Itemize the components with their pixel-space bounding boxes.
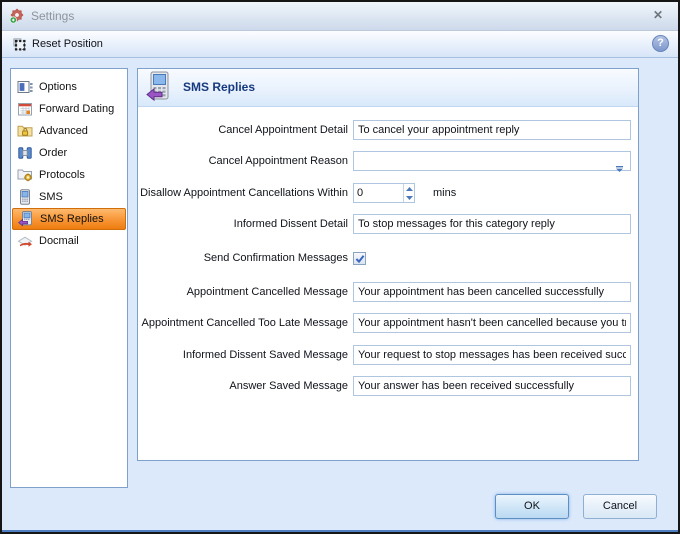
ok-button[interactable]: OK [495, 494, 569, 519]
reset-position-button[interactable]: Reset Position [7, 34, 110, 54]
informed-dissent-saved-input[interactable] [353, 345, 631, 365]
sidebar-item-label: SMS Replies [40, 213, 104, 225]
appointment-cancelled-label: Appointment Cancelled Message [138, 286, 348, 298]
appointment-cancelled-too-late-input[interactable] [353, 313, 631, 333]
sidebar-item-label: Docmail [39, 235, 79, 247]
form-row-cancel-appointment-detail: Cancel Appointment Detail [138, 120, 631, 140]
phone-icon [17, 189, 33, 205]
toolbar: Reset Position ? [2, 31, 678, 58]
reset-position-label: Reset Position [32, 38, 103, 50]
sidebar-item-label: SMS [39, 191, 63, 203]
cancel-appointment-reason-select[interactable] [353, 151, 631, 171]
appointment-cancelled-too-late-label: Appointment Cancelled Too Late Message [138, 317, 348, 329]
form-row-cancel-appointment-reason: Cancel Appointment Reason [138, 151, 631, 171]
folder-gear-icon [17, 167, 33, 183]
sms-replies-panel: SMS Replies Cancel Appointment Detail Ca… [137, 68, 639, 461]
phone-reply-icon [18, 211, 34, 227]
spinner-up-button[interactable] [404, 184, 414, 193]
sms-replies-icon [146, 71, 176, 105]
informed-dissent-detail-input[interactable] [353, 214, 631, 234]
sidebar-item-label: Forward Dating [39, 103, 114, 115]
sidebar-item-protocols[interactable]: Protocols [12, 164, 126, 186]
send-confirmation-label: Send Confirmation Messages [138, 252, 348, 264]
help-button[interactable]: ? [652, 35, 669, 52]
folder-lock-icon [17, 123, 33, 139]
form-row-appointment-cancelled-too-late: Appointment Cancelled Too Late Message [138, 313, 631, 333]
informed-dissent-saved-label: Informed Dissent Saved Message [138, 349, 348, 361]
appointment-cancelled-input[interactable] [353, 282, 631, 302]
reset-position-icon [11, 36, 27, 52]
sidebar-item-label: Options [39, 81, 77, 93]
form-row-appointment-cancelled: Appointment Cancelled Message [138, 282, 631, 302]
form-row-informed-dissent-detail: Informed Dissent Detail [138, 214, 631, 234]
spinner-buttons [403, 184, 414, 202]
cancel-appointment-detail-input[interactable] [353, 120, 631, 140]
options-icon [17, 79, 33, 95]
disallow-within-input[interactable] [354, 184, 403, 202]
settings-gear-icon [9, 8, 25, 24]
form-row-disallow-within: Disallow Appointment Cancellations Withi… [138, 183, 456, 203]
form-row-answer-saved: Answer Saved Message [138, 376, 631, 396]
cancel-button[interactable]: Cancel [583, 494, 657, 519]
informed-dissent-detail-label: Informed Dissent Detail [138, 218, 348, 230]
send-confirmation-checkbox[interactable] [353, 252, 366, 265]
sidebar-item-docmail[interactable]: Docmail [12, 230, 126, 252]
disallow-within-label: Disallow Appointment Cancellations Withi… [138, 187, 348, 199]
title-bar: Settings ✕ [2, 2, 678, 31]
chevron-down-icon [615, 159, 624, 165]
sidebar-item-order[interactable]: Order [12, 142, 126, 164]
form-row-informed-dissent-saved: Informed Dissent Saved Message [138, 345, 631, 365]
sidebar-item-label: Order [39, 147, 67, 159]
spinner-down-button[interactable] [404, 193, 414, 202]
settings-window: Settings ✕ Reset Position ? [0, 0, 680, 534]
close-icon[interactable]: ✕ [646, 6, 670, 25]
panel-header: SMS Replies [138, 69, 638, 107]
cancel-appointment-detail-label: Cancel Appointment Detail [138, 124, 348, 136]
sidebar-item-label: Protocols [39, 169, 85, 181]
mins-suffix-label: mins [433, 187, 456, 199]
sidebar: Options Forward Dating Ad [10, 68, 128, 488]
answer-saved-input[interactable] [353, 376, 631, 396]
panel-title: SMS Replies [183, 69, 255, 105]
calendar-icon [17, 101, 33, 117]
check-icon [354, 253, 366, 265]
order-icon [17, 145, 33, 161]
cancel-appointment-reason-label: Cancel Appointment Reason [138, 155, 348, 167]
form-row-send-confirmation: Send Confirmation Messages [138, 248, 366, 268]
disallow-within-spinner [353, 183, 415, 203]
sidebar-item-advanced[interactable]: Advanced [12, 120, 126, 142]
sidebar-item-label: Advanced [39, 125, 88, 137]
sidebar-item-sms-replies[interactable]: SMS Replies [12, 208, 126, 230]
answer-saved-label: Answer Saved Message [138, 380, 348, 392]
window-title: Settings [31, 9, 74, 23]
sidebar-item-forward-dating[interactable]: Forward Dating [12, 98, 126, 120]
sidebar-item-options[interactable]: Options [12, 76, 126, 98]
mail-arrow-icon [17, 233, 33, 249]
sidebar-item-sms[interactable]: SMS [12, 186, 126, 208]
